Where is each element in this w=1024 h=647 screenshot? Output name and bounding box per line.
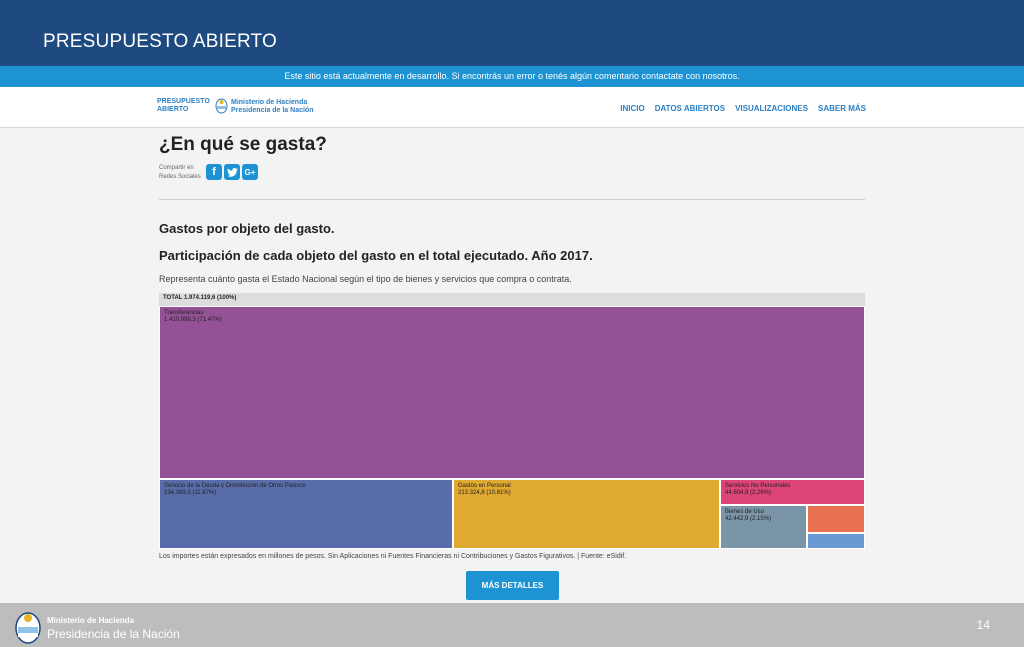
footer-presidencia: Presidencia de la Nación — [47, 627, 180, 641]
treemap-cell-name: Transferencias — [164, 310, 204, 316]
share-label: Compartir en Redes Sociales — [159, 164, 207, 182]
nav-link-datos-abiertos[interactable]: DATOS ABIERTOS — [655, 104, 725, 113]
treemap-cell-name: Gastos en Personal — [458, 483, 511, 489]
treemap-cell-value: 213.324,8 (10.81%) — [458, 490, 511, 496]
more-details-button[interactable]: MÁS DETALLES — [466, 571, 559, 600]
nav-link-inicio[interactable]: INICIO — [620, 104, 644, 113]
treemap-cell-value: 1.410.998,3 (71.47%) — [164, 317, 222, 323]
treemap-cell-transferencias[interactable]: Transferencias 1.410.998,3 (71.47%) — [160, 307, 864, 478]
notice-bar[interactable]: Este sitio está actualmente en desarroll… — [0, 66, 1024, 87]
share-label-line1: Compartir en — [159, 165, 194, 171]
nav-link-visualizaciones[interactable]: VISUALIZACIONES — [735, 104, 808, 113]
treemap-cell-name: Servicio de la Deuda y Disminución de Ot… — [164, 483, 306, 489]
nav-link-saber-mas[interactable]: SABER MÁS — [818, 104, 866, 113]
section-subtitle: Participación de cada objeto del gasto e… — [159, 248, 593, 263]
ministry-line2: Presidencia de la Nación — [231, 107, 314, 114]
chart-footnote: Los importes están expresados en millone… — [159, 553, 627, 560]
facebook-icon[interactable]: f — [206, 164, 222, 180]
site-logo-line1: PRESUPUESTO — [157, 98, 210, 105]
treemap-cell-servicio-deuda[interactable]: Servicio de la Deuda y Disminución de Ot… — [160, 480, 452, 548]
national-seal-icon — [15, 612, 41, 644]
treemap-cell-value: 42.442,9 (2.15%) — [725, 516, 772, 522]
treemap-cell-bienes-de-uso[interactable]: Bienes de Uso 42.442,9 (2.15%) — [721, 506, 806, 548]
treemap-cell-other-1[interactable] — [808, 506, 864, 532]
ministry-line1: Ministerio de Hacienda — [231, 99, 308, 106]
chart-description: Representa cuánto gasta el Estado Nacion… — [159, 274, 572, 284]
nav-links: INICIO DATOS ABIERTOS VISUALIZACIONES SA… — [620, 104, 866, 113]
treemap-cell-value: 234.389,3 (11.87%) — [164, 490, 217, 496]
site-logo-line2: ABIERTO — [157, 106, 189, 113]
site-logo[interactable]: PRESUPUESTO ABIERTO — [157, 98, 217, 114]
slide-title: PRESUPUESTO ABIERTO — [43, 31, 277, 52]
slide-footer: Ministerio de Hacienda Presidencia de la… — [0, 603, 1024, 647]
treemap-cell-name: Bienes de Uso — [725, 509, 765, 515]
page-number: 14 — [976, 618, 990, 632]
page-heading: ¿En qué se gasta? — [159, 134, 327, 155]
share-icons: f G+ — [206, 164, 258, 180]
treemap-total-label[interactable]: TOTAL 1.974.119,6 (100%) — [159, 293, 865, 306]
twitter-icon[interactable] — [224, 164, 240, 180]
treemap-cell-name: Servicios No Personales — [725, 483, 791, 489]
ministry-logo: Ministerio de Hacienda Presidencia de la… — [231, 99, 313, 115]
treemap-chart: TOTAL 1.974.119,6 (100%) Transferencias … — [159, 293, 865, 549]
twitter-bird-glyph — [226, 167, 238, 177]
treemap-cell-value: 44.604,9 (2.26%) — [725, 490, 772, 496]
treemap-cell-other-2[interactable] — [808, 534, 864, 548]
treemap-cell-gastos-personal[interactable]: Gastos en Personal 213.324,8 (10.81%) — [454, 480, 719, 548]
slide-header: PRESUPUESTO ABIERTO — [0, 0, 1024, 66]
treemap-cell-servicios-no-personales[interactable]: Servicios No Personales 44.604,9 (2.26%) — [721, 480, 864, 504]
site-navbar: PRESUPUESTO ABIERTO Ministerio de Hacien… — [0, 87, 1024, 128]
footer-ministry: Ministerio de Hacienda — [47, 616, 135, 625]
national-seal-icon — [215, 98, 228, 114]
section-divider — [159, 199, 865, 200]
share-label-line2: Redes Sociales — [159, 174, 201, 180]
section-title: Gastos por objeto del gasto. — [159, 221, 335, 236]
google-plus-icon[interactable]: G+ — [242, 164, 258, 180]
